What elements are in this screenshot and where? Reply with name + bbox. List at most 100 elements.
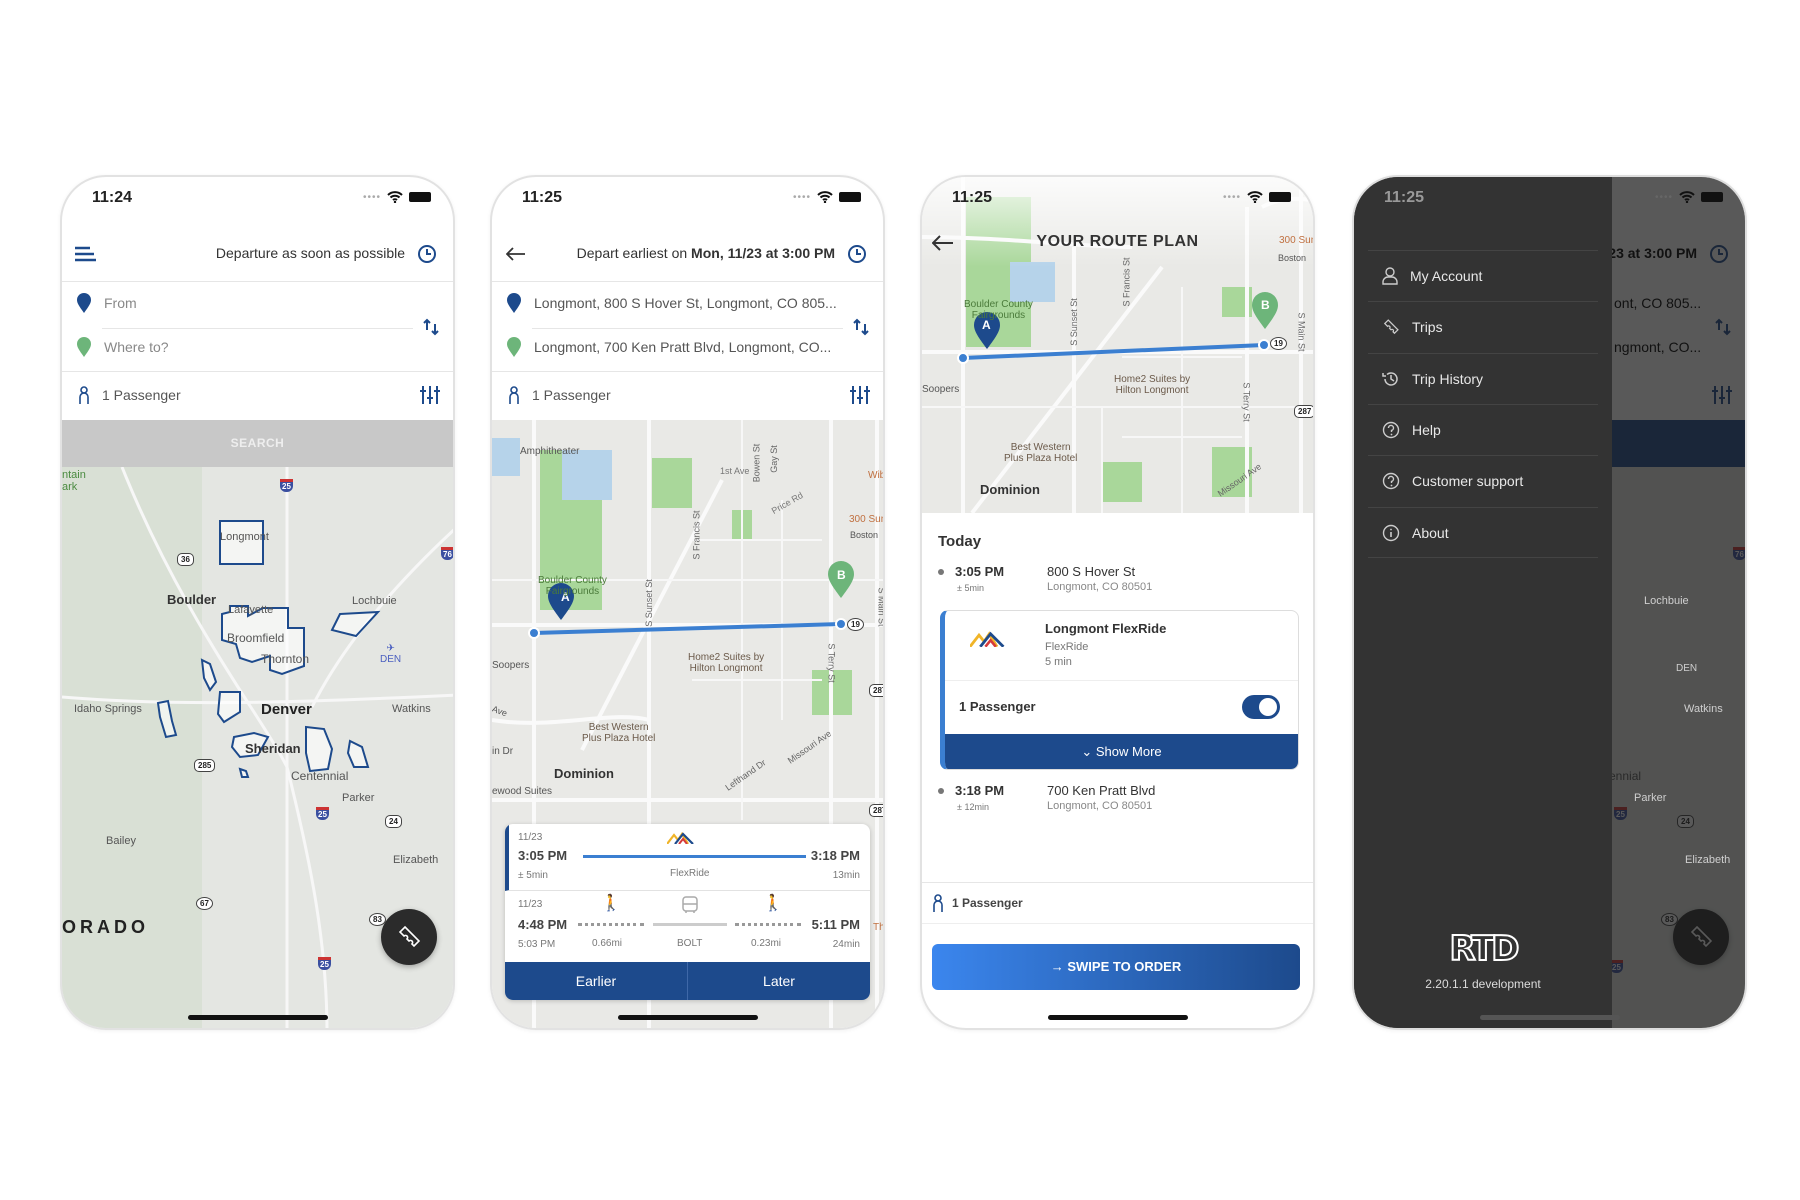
clock-icon[interactable] (417, 244, 437, 264)
map-label: S Francis St (691, 510, 702, 560)
stop-time: 3:05 PM (955, 564, 1005, 579)
departure-time-label[interactable]: Departure as soon as possible (216, 245, 405, 261)
menu-item-label: Trip History (1412, 371, 1484, 387)
home-indicator (617, 1015, 758, 1020)
menu-icon[interactable] (74, 246, 96, 262)
bg-from: ont, CO 805... (1614, 295, 1702, 311)
destination-input[interactable]: Longmont, 700 Ken Pratt Blvd, Longmont, … (534, 339, 831, 355)
stop-city: Longmont, CO 80501 (1047, 581, 1153, 593)
map-label: Boulder County Fairgrounds (964, 299, 1033, 321)
sub-time: 5:03 PM (518, 939, 556, 950)
phone-screen-route-plan: A B Boulder County Fairgrounds Home2 Sui… (920, 175, 1315, 1030)
menu-item-label: Customer support (1412, 473, 1524, 489)
stop-dropoff: 3:18 PM ± 12min 700 Ken Pratt Blvd Longm… (922, 782, 1313, 822)
clock-icon[interactable] (847, 244, 867, 264)
map-label: Denver (261, 701, 312, 718)
later-button[interactable]: Later (688, 962, 870, 1000)
map[interactable]: ntain ark Longmont Boulder Lafayette Bro… (62, 467, 453, 1028)
info-icon (1382, 524, 1400, 541)
map-label: Best Western Plus Plaza Hotel (1004, 442, 1078, 464)
map-label: Tha (873, 922, 883, 933)
menu-item-customer-support[interactable]: Customer support (1368, 455, 1598, 506)
swap-icon[interactable] (853, 318, 869, 336)
from-input[interactable]: Longmont, 800 S Hover St, Longmont, CO 8… (534, 295, 837, 311)
map-label: Best Western Plus Plaza Hotel (582, 722, 656, 744)
destination-input[interactable]: Where to? (104, 339, 169, 355)
map-label: Centennial (291, 769, 349, 783)
map-label: in Dr (492, 746, 514, 757)
map-label: ORADO (62, 917, 149, 937)
trip-option-flexride[interactable]: 11/23 3:05 PM 3:18 PM ± 5min FlexRide 13… (505, 824, 870, 891)
menu-item-label: Help (1412, 422, 1441, 438)
user-icon (1382, 267, 1398, 285)
menu-item-trips[interactable]: Trips (1368, 301, 1598, 352)
logo-text: RTD (1448, 928, 1520, 970)
airport-label: ✈ DEN (380, 643, 402, 665)
menu-item-my-account[interactable]: My Account (1368, 250, 1598, 301)
map-label: Boulder County Fairgrounds (538, 575, 607, 597)
swipe-to-order-button[interactable]: → SWIPE TO ORDER (932, 944, 1300, 990)
status-time: 11:25 (952, 189, 993, 206)
walk-icon: 🚶 (763, 895, 783, 912)
map-label: Thornton (261, 652, 310, 666)
map-label: Lochbuie (352, 595, 397, 607)
wifi-icon (387, 191, 403, 203)
map-label: Soopers (492, 660, 530, 671)
location-inputs: Longmont, 800 S Hover St, Longmont, CO 8… (492, 282, 883, 372)
back-arrow-icon[interactable] (506, 247, 526, 261)
from-input[interactable]: From (104, 295, 137, 311)
map-label: S Main St (1296, 312, 1307, 352)
home-indicator (1479, 1015, 1620, 1020)
map-label: ewood Suites (492, 786, 553, 797)
trip-option-bolt[interactable]: 11/23 🚶 🚶 4:48 PM 5:11 PM 5:03 PM 0.66mi… (505, 891, 870, 961)
signal-icon: •••• (1654, 191, 1673, 203)
depart-time: 4:48 PM (518, 917, 568, 932)
divider (945, 680, 1298, 681)
menu-item-about[interactable]: About (1368, 507, 1598, 558)
show-more-button[interactable]: ⌄ Show More (945, 734, 1298, 769)
trip-date: 11/23 (518, 899, 543, 910)
departure-time-label[interactable]: Depart earliest on Mon, 11/23 at 3:00 PM (577, 245, 835, 261)
battery-icon (409, 192, 431, 202)
status-time: 11:25 (522, 189, 563, 206)
signal-icon: •••• (792, 191, 811, 203)
home-indicator (1047, 1015, 1188, 1020)
menu-item-trip-history[interactable]: Trip History (1368, 353, 1598, 404)
pin-b-label: B (837, 568, 846, 582)
earlier-button[interactable]: Earlier (505, 962, 688, 1000)
map-label: Lochbuie (1644, 595, 1689, 607)
card-passenger-count: 1 Passenger (959, 699, 1036, 714)
stop-pickup: 3:05 PM ± 5min 800 S Hover St Longmont, … (922, 563, 1313, 603)
swap-icon[interactable] (423, 318, 439, 336)
chevron-down-icon: ⌄ (1081, 744, 1096, 759)
menu-item-help[interactable]: Help (1368, 404, 1598, 455)
rtd-logo: RTD (1354, 928, 1612, 970)
stop-dot (938, 569, 944, 575)
trip-results-card: 11/23 3:05 PM 3:18 PM ± 5min FlexRide 13… (505, 824, 870, 1000)
walk-distance: 0.66mi (592, 938, 623, 949)
passenger-row[interactable]: 1 Passenger (62, 372, 453, 420)
stop-street: 800 S Hover St (1047, 564, 1136, 579)
tickets-button[interactable] (381, 909, 437, 965)
service-duration: 5 min (1045, 656, 1072, 668)
menu-item-label: Trips (1412, 319, 1443, 335)
map[interactable]: A B Amphitheater Boulder County Fairgrou… (492, 420, 883, 1028)
filter-icon[interactable] (419, 385, 441, 405)
header: Departure as soon as possible (62, 227, 453, 282)
passenger-row[interactable]: 1 Passenger (492, 372, 883, 420)
map[interactable]: A B Boulder County Fairgrounds Home2 Sui… (922, 177, 1313, 513)
battery-icon (1701, 192, 1723, 202)
search-button[interactable]: SEARCH (62, 420, 453, 467)
map-label: Home2 Suites by Hilton Longmont (688, 652, 765, 674)
pin-a-icon (77, 293, 91, 313)
map-label: Dominion (554, 766, 614, 781)
passenger-toggle[interactable] (1242, 695, 1280, 719)
stop-tolerance: ± 12min (957, 802, 989, 812)
map-label: Dominion (980, 482, 1040, 497)
map-label: Parker (1634, 792, 1667, 804)
page-title: YOUR ROUTE PLAN (1036, 233, 1199, 250)
highway-shield: 25 (280, 479, 293, 492)
trip-mode: FlexRide (670, 868, 710, 879)
filter-icon[interactable] (849, 385, 871, 405)
location-inputs: From Where to? (62, 282, 453, 372)
